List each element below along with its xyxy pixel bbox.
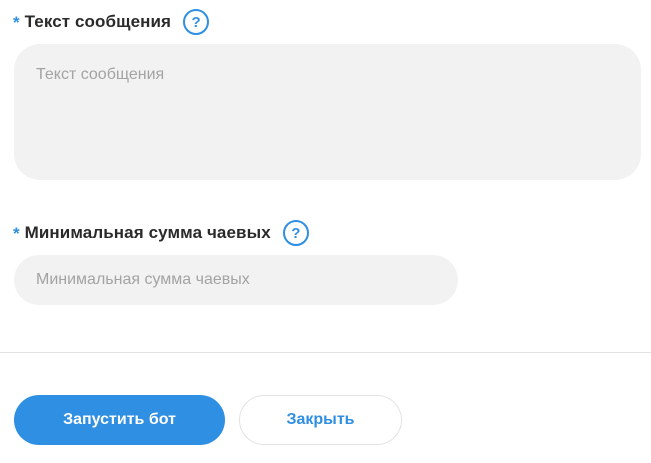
bot-settings-form: * Текст сообщения ? * Минимальная сумма … [0,0,651,463]
required-asterisk: * [13,223,20,243]
message-textarea[interactable] [14,44,641,180]
tip-field-label: * Минимальная сумма чаевых ? [13,220,309,246]
min-tip-input[interactable] [14,255,458,305]
message-label-text: Текст сообщения [24,12,172,31]
message-field-label: * Текст сообщения ? [13,9,210,35]
tip-label-text: Минимальная сумма чаевых [24,223,271,242]
question-circle-icon[interactable]: ? [282,220,309,246]
required-asterisk: * [13,12,20,32]
start-bot-button[interactable]: Запустить бот [14,395,225,445]
divider [0,352,651,353]
close-button[interactable]: Закрыть [239,395,402,445]
question-circle-icon[interactable]: ? [183,9,210,35]
